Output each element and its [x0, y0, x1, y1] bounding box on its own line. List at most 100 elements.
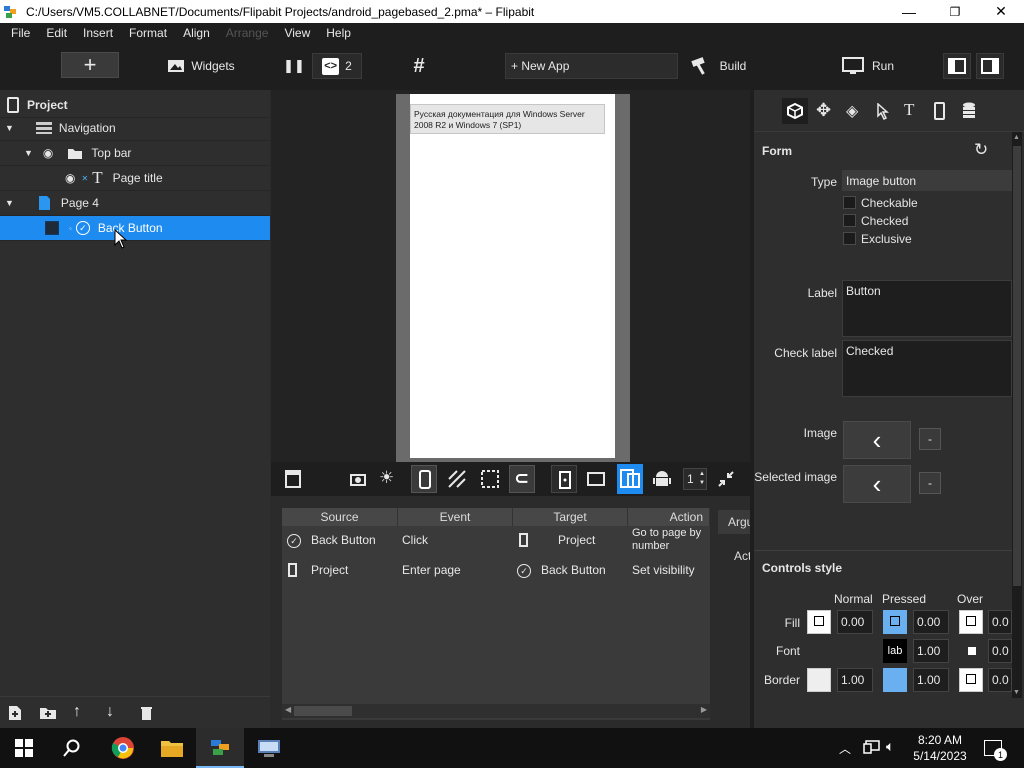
- multi-device-button[interactable]: [617, 464, 643, 494]
- magnet-button[interactable]: ⊂: [509, 465, 535, 493]
- hatch-icon[interactable]: [448, 470, 466, 488]
- taskbar-chrome[interactable]: [99, 728, 147, 768]
- delete-icon[interactable]: [140, 705, 153, 721]
- border-over-value[interactable]: 0.0: [988, 668, 1012, 692]
- clock[interactable]: 8:20 AM 5/14/2023: [908, 732, 972, 764]
- fill-normal-swatch[interactable]: [807, 610, 831, 634]
- border-normal-swatch[interactable]: [807, 668, 831, 692]
- selected-image-picker[interactable]: ‹: [843, 465, 911, 503]
- tree-item-back-button[interactable]: ◦ ✓ Back Button: [0, 216, 270, 241]
- menu-edit[interactable]: Edit: [35, 26, 72, 40]
- expand-icon[interactable]: ▼: [24, 148, 33, 158]
- taskbar-flipabit[interactable]: [196, 728, 244, 768]
- fill-bucket-icon[interactable]: ◈: [846, 101, 858, 121]
- add-button[interactable]: +: [61, 52, 119, 78]
- scroll-down-icon[interactable]: ▼: [1013, 689, 1020, 696]
- font-pressed-value[interactable]: 1.00: [913, 639, 949, 663]
- menu-arrange[interactable]: Arrange: [215, 26, 274, 40]
- fill-normal-value[interactable]: 0.00: [837, 610, 873, 634]
- android-icon[interactable]: [652, 469, 672, 489]
- eye-icon[interactable]: ◉: [43, 146, 53, 160]
- grid-button[interactable]: #: [407, 53, 431, 79]
- border-normal-value[interactable]: 1.00: [837, 668, 873, 692]
- menu-view[interactable]: View: [273, 26, 315, 40]
- pause-button[interactable]: ❚❚: [283, 54, 305, 78]
- text-icon[interactable]: T: [904, 100, 914, 120]
- action-tab[interactable]: Act: [734, 549, 751, 563]
- build-button[interactable]: Build: [688, 54, 748, 78]
- column-header-source[interactable]: Source: [282, 508, 398, 526]
- exclusive-checkbox[interactable]: [843, 232, 856, 245]
- right-panel-toggle[interactable]: [976, 53, 1004, 79]
- code-button[interactable]: <> 2: [312, 53, 362, 79]
- tray-expand-icon[interactable]: ︿: [839, 740, 851, 757]
- add-folder-icon[interactable]: [39, 706, 57, 720]
- pointer-icon[interactable]: [877, 103, 889, 120]
- taskbar-network-app[interactable]: [245, 728, 293, 768]
- brightness-icon[interactable]: ☀: [379, 468, 394, 488]
- image-picker[interactable]: ‹: [843, 421, 911, 459]
- label-input[interactable]: Button: [842, 280, 1012, 337]
- device-screen[interactable]: [410, 94, 615, 458]
- expand-icon[interactable]: ▼: [5, 198, 14, 208]
- collapse-icon[interactable]: [717, 470, 735, 488]
- move-up-icon[interactable]: ↑: [73, 703, 81, 721]
- selected-image-remove-button[interactable]: -: [919, 472, 941, 494]
- border-over-swatch[interactable]: [959, 668, 983, 692]
- page-frame-icon[interactable]: [285, 470, 301, 488]
- font-pressed-preview[interactable]: lab: [883, 639, 907, 663]
- phone-icon[interactable]: [934, 102, 945, 120]
- scroll-up-icon[interactable]: ▲: [1013, 134, 1020, 141]
- column-header-event[interactable]: Event: [398, 508, 513, 526]
- database-icon[interactable]: [962, 102, 976, 120]
- fill-pressed-swatch[interactable]: [883, 610, 907, 634]
- scroll-right-icon[interactable]: ▶: [701, 705, 707, 714]
- volume-icon[interactable]: 🔈︎: [886, 738, 894, 755]
- spin-arrows-icon[interactable]: ▲ ▼: [699, 470, 705, 488]
- start-button[interactable]: [0, 728, 48, 768]
- checked-checkbox[interactable]: [843, 214, 856, 227]
- screenshot-icon[interactable]: [349, 470, 367, 488]
- scroll-thumb[interactable]: [294, 706, 352, 716]
- fill-pressed-value[interactable]: 0.00: [913, 610, 949, 634]
- zoom-field[interactable]: 1 ▲ ▼: [683, 468, 707, 490]
- checkable-checkbox[interactable]: [843, 196, 856, 209]
- tab-form[interactable]: [782, 98, 808, 124]
- taskbar-explorer[interactable]: [148, 728, 196, 768]
- menu-file[interactable]: File: [0, 26, 35, 40]
- minimize-button[interactable]: —: [886, 0, 932, 23]
- close-button[interactable]: ✕: [978, 0, 1024, 23]
- vertical-scrollbar[interactable]: ▲ ▼: [1012, 132, 1022, 698]
- scroll-thumb[interactable]: [1013, 146, 1021, 586]
- selection-icon[interactable]: [481, 470, 499, 488]
- fill-over-swatch[interactable]: [959, 610, 983, 634]
- image-remove-button[interactable]: -: [919, 428, 941, 450]
- menu-align[interactable]: Align: [172, 26, 215, 40]
- screen-top-bar[interactable]: Русская документация для Windows Server …: [410, 104, 605, 134]
- column-header-target[interactable]: Target: [513, 508, 628, 526]
- menu-help[interactable]: Help: [315, 26, 356, 40]
- phone-preview-button[interactable]: [411, 465, 437, 493]
- move-icon[interactable]: ✥: [816, 100, 831, 121]
- maximize-button[interactable]: ❐: [932, 0, 978, 23]
- menu-format[interactable]: Format: [118, 26, 172, 40]
- check-label-input[interactable]: Checked: [842, 340, 1012, 397]
- tree-item-page-title[interactable]: ◉ ✕ T Page title: [0, 166, 270, 191]
- border-pressed-value[interactable]: 1.00: [913, 668, 949, 692]
- visibility-checkbox[interactable]: [45, 221, 59, 235]
- reset-icon[interactable]: ↻: [974, 140, 988, 160]
- new-app-button[interactable]: + New App: [505, 53, 678, 79]
- eye-icon[interactable]: ◉: [65, 171, 75, 185]
- scroll-left-icon[interactable]: ◀: [285, 705, 291, 714]
- font-over-value[interactable]: 0.0: [988, 639, 1012, 663]
- arguments-tab[interactable]: Argu: [718, 510, 753, 534]
- widgets-button[interactable]: Widgets: [166, 54, 236, 78]
- menu-insert[interactable]: Insert: [72, 26, 118, 40]
- tree-item-top-bar[interactable]: ▼ ◉ Top bar: [0, 141, 270, 166]
- expand-icon[interactable]: ▼: [5, 123, 14, 133]
- add-page-icon[interactable]: [8, 705, 22, 721]
- type-select[interactable]: Image button: [842, 170, 1012, 191]
- fill-over-value[interactable]: 0.0: [988, 610, 1012, 634]
- border-pressed-swatch[interactable]: [883, 668, 907, 692]
- tree-item-navigation[interactable]: ▼ Navigation: [0, 116, 270, 141]
